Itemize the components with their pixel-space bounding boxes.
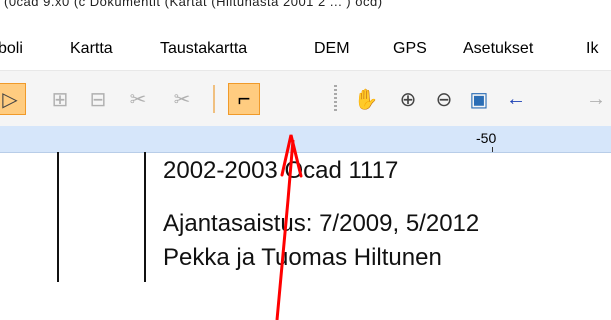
remove-vertex-icon: ⊟ xyxy=(89,88,107,111)
toolbar-separator xyxy=(213,85,215,113)
window-title: (0cad 9.x0 (c Dokumentit (Kartat (Hiltun… xyxy=(4,0,383,9)
menu-ikkuna[interactable]: Ik xyxy=(586,40,598,58)
ruler: -50 xyxy=(0,126,611,153)
zoom-in-icon: ⊕ xyxy=(399,88,417,111)
menu-taustakartta[interactable]: Taustakartta xyxy=(160,40,247,58)
forward-arrow-icon: → xyxy=(586,87,606,110)
menu-symboli[interactable]: boli xyxy=(0,40,23,58)
map-border-line xyxy=(57,152,59,282)
zoom-out-icon: ⊖ xyxy=(435,88,453,111)
remove-vertex-button[interactable]: ⊟ xyxy=(82,83,114,115)
cut-hole-button[interactable]: ✂ xyxy=(166,83,198,115)
menu-gps[interactable]: GPS xyxy=(393,40,427,58)
zoom-in-button[interactable]: ⊕ xyxy=(392,83,424,115)
cut-hole-icon: ✂ xyxy=(173,88,191,111)
cut-icon: ✂ xyxy=(129,88,147,111)
window-titlebar: (0cad 9.x0 (c Dokumentit (Kartat (Hiltun… xyxy=(0,0,611,30)
menu-asetukset[interactable]: Asetukset xyxy=(463,40,533,58)
cut-button[interactable]: ✂ xyxy=(122,83,154,115)
menu-bar: boli Kartta Taustakartta DEM GPS Asetuks… xyxy=(0,30,611,70)
edit-object-icon: ▷ xyxy=(2,88,18,111)
draw-curve-button[interactable]: ⌐ xyxy=(228,83,260,115)
back-arrow-icon: ← xyxy=(506,87,526,110)
pan-hand-icon: ✋ xyxy=(353,88,379,111)
map-canvas[interactable]: 2002-2003 Ocad 1117 Ajantasaistus: 7/200… xyxy=(0,152,611,320)
doc-line-dates: 2002-2003 Ocad 1117 xyxy=(163,157,399,184)
pan-button[interactable]: ✋ xyxy=(350,83,382,115)
add-vertex-icon: ⊞ xyxy=(51,88,69,111)
toolbar: ▷ ⊞ ⊟ ✂ ✂ ⌐ ✋ ⊕ ⊖ ▣ ← → xyxy=(0,70,611,128)
map-border-line xyxy=(144,152,146,282)
menu-kartta[interactable]: Kartta xyxy=(70,40,113,58)
zoom-out-button[interactable]: ⊖ xyxy=(428,83,460,115)
doc-line-authors: Pekka ja Tuomas Hiltunen xyxy=(163,244,442,271)
forward-button[interactable]: → xyxy=(580,83,611,115)
edit-object-button[interactable]: ▷ xyxy=(0,83,26,115)
back-button[interactable]: ← xyxy=(500,83,532,115)
menu-dem[interactable]: DEM xyxy=(314,40,350,58)
zoom-window-button[interactable]: ▣ xyxy=(463,83,495,115)
zoom-window-icon: ▣ xyxy=(469,88,489,111)
ruler-label: -50 xyxy=(476,130,497,146)
toolbar-grip[interactable] xyxy=(334,85,337,113)
draw-curve-icon: ⌐ xyxy=(237,86,251,111)
add-vertex-button[interactable]: ⊞ xyxy=(44,83,76,115)
doc-line-update: Ajantasaistus: 7/2009, 5/2012 xyxy=(163,210,480,237)
